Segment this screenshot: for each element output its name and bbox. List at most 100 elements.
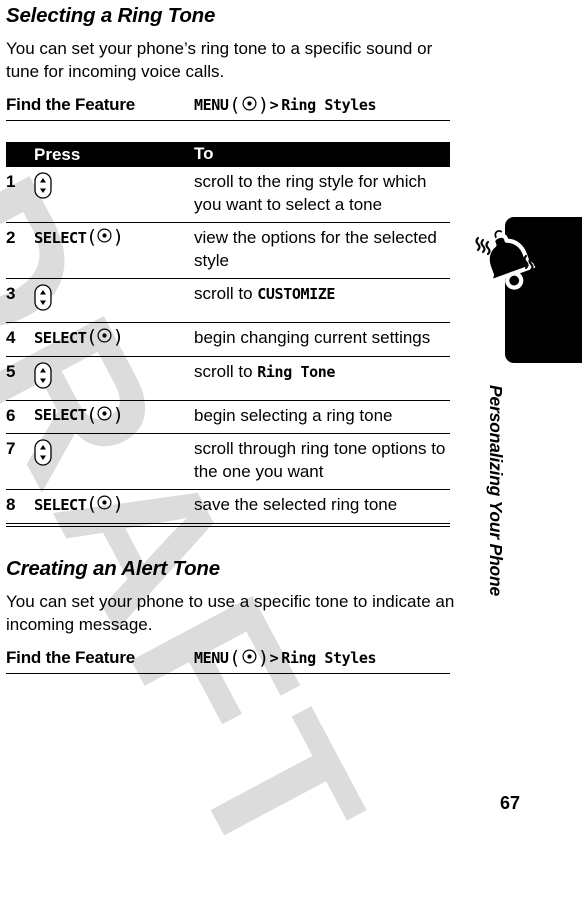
manual-page: Selecting a Ring Tone You can set your p… bbox=[0, 0, 582, 837]
select-icon-paren-open: ( bbox=[88, 403, 96, 426]
steps-table-bottom-rule bbox=[6, 526, 450, 527]
select-icon-paren-open: ( bbox=[88, 226, 96, 248]
step-number: 2 bbox=[6, 228, 16, 247]
select-key-label: SELECT ( ) bbox=[34, 228, 194, 247]
step-description-text: scroll to the ring style for which you w… bbox=[194, 172, 427, 214]
step-description: scroll to CUSTOMIZE bbox=[194, 283, 450, 316]
chapter-tab-label: Personalizing Your Phone bbox=[486, 385, 506, 597]
step-description-text: scroll through ring tone options to the … bbox=[194, 439, 446, 481]
step-press-key bbox=[34, 438, 194, 483]
select-icon-paren-close: ) bbox=[114, 403, 122, 426]
table-row: 8 SELECT ( ) save the selected ring tone bbox=[6, 490, 450, 524]
step-description: scroll through ring tone options to the … bbox=[194, 438, 450, 483]
step-description: scroll to Ring Tone bbox=[194, 361, 450, 394]
menu-path-1: Ring Styles bbox=[281, 96, 377, 114]
step-description-text: view the options for the selected style bbox=[194, 228, 437, 270]
page-number: 67 bbox=[500, 793, 521, 813]
select-key-label: SELECT ( ) bbox=[34, 328, 194, 347]
page-content: Selecting a Ring Tone You can set your p… bbox=[6, 0, 456, 674]
select-word: SELECT bbox=[34, 406, 87, 424]
step-number: 1 bbox=[6, 172, 16, 191]
menu-word-2: MENU bbox=[194, 649, 229, 667]
navigation-key-icon bbox=[34, 172, 52, 204]
menu-separator-2: > bbox=[269, 649, 279, 667]
step-press-key bbox=[34, 283, 194, 316]
menu-path-2: Ring Styles bbox=[281, 649, 377, 667]
select-word: SELECT bbox=[34, 495, 87, 514]
section-body-creating-an-alert-tone: You can set your phone to use a specific… bbox=[6, 592, 455, 634]
step-number: 4 bbox=[6, 328, 16, 347]
select-icon-paren-close: ) bbox=[114, 326, 122, 348]
select-word: SELECT bbox=[34, 228, 87, 247]
select-key-icon bbox=[97, 495, 112, 514]
select-icon-paren-open: ( bbox=[88, 326, 96, 348]
navigation-key-icon bbox=[34, 361, 52, 394]
step-description-text: begin changing current settings bbox=[194, 328, 431, 347]
select-icon-paren-close: ) bbox=[114, 493, 122, 515]
select-icon-paren-open-2: ( bbox=[231, 646, 239, 669]
find-the-feature-row-2: Find the Feature MENU ( ) > Ring Styles bbox=[6, 648, 450, 673]
table-row: 6 SELECT ( ) begin selecting a ring tone bbox=[6, 401, 450, 434]
step-press-key: SELECT ( ) bbox=[34, 405, 194, 428]
step-description-text: scroll to bbox=[194, 284, 258, 303]
menu-word-1: MENU bbox=[194, 96, 229, 114]
step-press-key: SELECT ( ) bbox=[34, 327, 194, 350]
navigation-key-icon bbox=[34, 284, 52, 316]
select-icon-paren-open: ( bbox=[88, 493, 96, 515]
select-key-icon bbox=[97, 228, 112, 247]
step-number: 3 bbox=[6, 284, 16, 303]
select-icon-paren-close-1: ) bbox=[259, 93, 267, 116]
step-description: scroll to the ring style for which you w… bbox=[194, 171, 450, 216]
select-key-icon-2 bbox=[242, 648, 257, 668]
step-description: save the selected ring tone bbox=[194, 494, 450, 517]
find-the-feature-path-1: MENU ( ) > Ring Styles bbox=[194, 93, 377, 116]
step-description: begin changing current settings bbox=[194, 327, 450, 350]
select-icon-paren-open-1: ( bbox=[231, 93, 239, 116]
select-word: SELECT bbox=[34, 328, 87, 347]
steps-table-header: Press To bbox=[6, 142, 450, 167]
step-number: 7 bbox=[6, 439, 16, 458]
step-description-text: save the selected ring tone bbox=[194, 495, 398, 514]
step-number: 6 bbox=[6, 405, 16, 425]
step-description-text: begin selecting a ring tone bbox=[194, 405, 393, 425]
table-row: 5 scroll to Ring Tone bbox=[6, 357, 450, 401]
section-title-selecting-a-ring-tone: Selecting a Ring Tone bbox=[6, 4, 216, 27]
select-icon-paren-close-2: ) bbox=[259, 646, 267, 669]
step-description: begin selecting a ring tone bbox=[194, 405, 450, 428]
select-key-icon bbox=[97, 405, 112, 425]
find-the-feature-block-2: Find the Feature MENU ( ) > Ring Styles bbox=[6, 648, 450, 674]
step-description-keyword: Ring Tone bbox=[257, 362, 335, 381]
select-key-icon-1 bbox=[242, 95, 257, 115]
steps-table: Press To 1 scroll to the ring style for … bbox=[6, 142, 450, 527]
step-description: view the options for the selected style bbox=[194, 227, 450, 272]
step-description-keyword: CUSTOMIZE bbox=[257, 285, 335, 303]
header-to-column: To bbox=[194, 144, 214, 164]
header-press-column: Press bbox=[34, 145, 81, 164]
select-key-label: SELECT ( ) bbox=[34, 403, 194, 426]
step-press-key bbox=[34, 361, 194, 394]
menu-separator-1: > bbox=[269, 96, 279, 114]
section-body-selecting-a-ring-tone: You can set your phone’s ring tone to a … bbox=[6, 39, 433, 81]
find-the-feature-rule-2 bbox=[6, 673, 450, 674]
step-press-key bbox=[34, 171, 194, 216]
find-the-feature-label-2: Find the Feature bbox=[6, 648, 136, 667]
select-key-icon bbox=[97, 328, 112, 347]
find-the-feature-row-1: Find the Feature MENU ( ) > Ring Styles bbox=[6, 95, 450, 120]
find-the-feature-path-2: MENU ( ) > Ring Styles bbox=[194, 646, 377, 669]
find-the-feature-block-1: Find the Feature MENU ( ) > Ring Styles bbox=[6, 95, 450, 121]
step-number: 8 bbox=[6, 495, 16, 514]
find-the-feature-label-1: Find the Feature bbox=[6, 95, 136, 114]
section-title-creating-an-alert-tone: Creating an Alert Tone bbox=[6, 557, 220, 580]
step-description-text: scroll to bbox=[194, 361, 258, 381]
ringing-bell-icon bbox=[472, 224, 542, 301]
step-press-key: SELECT ( ) bbox=[34, 494, 194, 517]
table-row: 3 scroll to CUSTOMIZE bbox=[6, 279, 450, 323]
select-icon-paren-close: ) bbox=[114, 226, 122, 248]
table-row: 2 SELECT ( ) view the options for the se… bbox=[6, 223, 450, 279]
table-row: 4 SELECT ( ) begin changing current sett… bbox=[6, 323, 450, 357]
select-key-label: SELECT ( ) bbox=[34, 495, 194, 514]
table-row: 1 scroll to the ring style for which you… bbox=[6, 167, 450, 223]
step-press-key: SELECT ( ) bbox=[34, 227, 194, 272]
find-the-feature-rule-1 bbox=[6, 120, 450, 121]
navigation-key-icon bbox=[34, 439, 52, 471]
